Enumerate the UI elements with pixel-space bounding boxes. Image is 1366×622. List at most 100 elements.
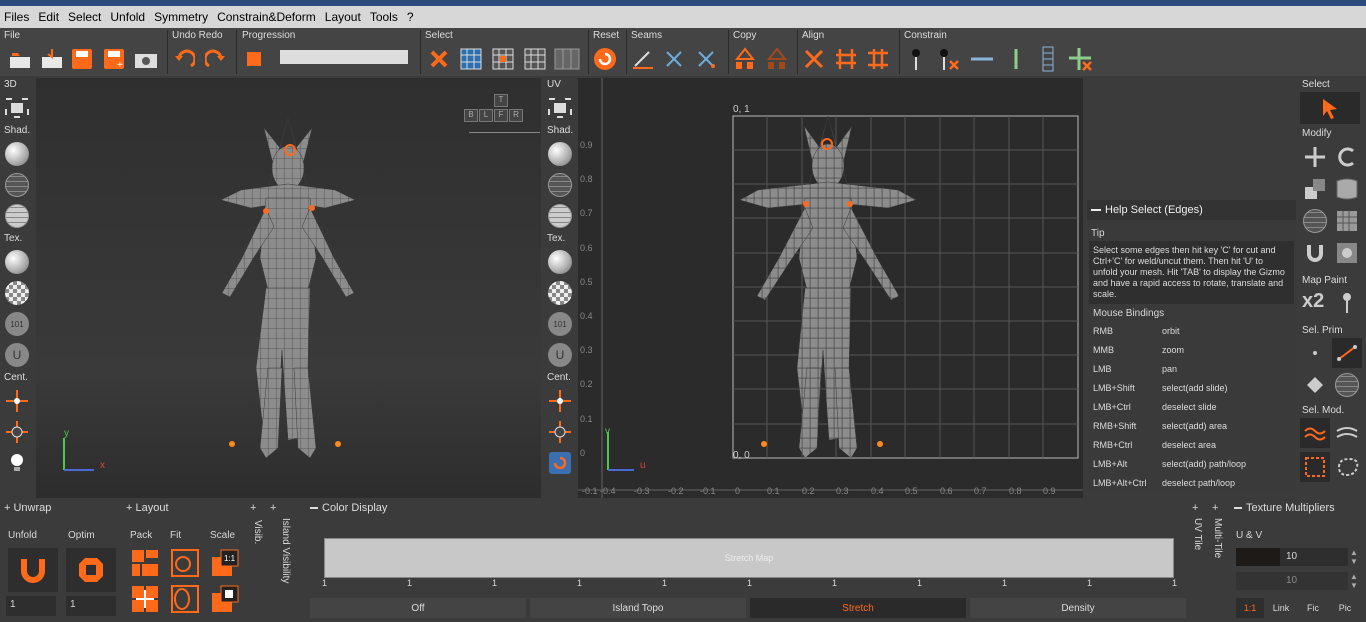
save-as-icon[interactable]: + (100, 45, 128, 73)
wireframe-sphere-icon[interactable] (2, 170, 32, 200)
vertex-mode-icon[interactable] (1300, 338, 1330, 368)
face-mode-icon[interactable] (1300, 370, 1330, 400)
globe-icon[interactable] (1300, 206, 1330, 236)
screenshot-icon[interactable] (132, 45, 160, 73)
select-invert-icon[interactable] (521, 45, 549, 73)
multi-tile-panel[interactable]: + Multi-Tile (1212, 502, 1228, 622)
box-select-icon[interactable] (1300, 452, 1330, 482)
uv-binary-icon[interactable]: 101 (545, 309, 575, 339)
magnet-icon[interactable] (1300, 238, 1330, 268)
wave-grey-icon[interactable] (1332, 418, 1362, 448)
plus-icon[interactable]: + (1212, 502, 1228, 514)
x2-button[interactable]: x2 (1302, 290, 1324, 313)
lasso-select-icon[interactable] (1332, 452, 1362, 482)
align-auto-icon[interactable] (800, 45, 828, 73)
magnet-texture-icon[interactable]: U (2, 340, 32, 370)
select-all-icon[interactable] (457, 45, 485, 73)
uv-shaded-wire-icon[interactable] (545, 201, 575, 231)
color-display-header[interactable]: Color Display (308, 502, 1188, 514)
magnet-box-icon[interactable] (1332, 238, 1362, 268)
constrain-vertical-icon[interactable] (1002, 45, 1030, 73)
constrain-horizontal-icon[interactable] (968, 45, 996, 73)
menu-unfold[interactable]: Unfold (110, 10, 145, 24)
checker-icon[interactable] (2, 278, 32, 308)
v-multiplier-input[interactable]: 10 (1236, 572, 1348, 590)
select-island-icon[interactable] (553, 45, 581, 73)
menu-constrain[interactable]: Constrain&Deform (217, 10, 316, 24)
unwrap-header[interactable]: + Unwrap (4, 502, 122, 514)
pack-icon[interactable] (128, 546, 162, 580)
scissors-icon[interactable] (693, 45, 721, 73)
stop-icon[interactable] (240, 45, 268, 73)
cut-icon[interactable] (629, 45, 657, 73)
uv-center-selection-icon[interactable] (545, 386, 575, 416)
menu-help[interactable]: ? (407, 10, 414, 24)
plus-icon[interactable]: + (250, 502, 264, 514)
nav-back[interactable]: B (464, 109, 478, 122)
mode-stretch-tab[interactable]: Stretch (750, 598, 966, 618)
fit-island-icon[interactable] (168, 582, 202, 616)
shaded-sphere-icon[interactable] (2, 139, 32, 169)
undo-icon[interactable] (170, 45, 198, 73)
mode-island-topo-tab[interactable]: Island Topo (530, 598, 746, 618)
nav-front[interactable]: F (494, 109, 508, 122)
fix-button[interactable]: Fic (1298, 598, 1328, 618)
uv-center-all-icon[interactable] (545, 417, 575, 447)
nav-top[interactable]: T (494, 94, 508, 107)
menu-symmetry[interactable]: Symmetry (154, 10, 208, 24)
uv-tile-panel[interactable]: + UV Tile (1192, 502, 1208, 622)
nav-cube[interactable]: T B L F R (464, 94, 540, 134)
constrain-grid-icon[interactable] (1034, 45, 1062, 73)
layout-header[interactable]: + Layout (126, 502, 260, 514)
fit-icon[interactable] (168, 546, 202, 580)
binary-texture-icon[interactable]: 101 (2, 309, 32, 339)
weld-icon[interactable] (661, 45, 689, 73)
align-vertical-icon[interactable] (864, 45, 892, 73)
v-spinner-icon[interactable]: ▲ ▼ (1350, 572, 1360, 590)
select-grid-icon[interactable] (489, 45, 517, 73)
pin-icon[interactable] (902, 45, 930, 73)
shaded-wire-sphere-icon[interactable] (2, 201, 32, 231)
link-button[interactable]: Link (1266, 598, 1296, 618)
mode-off-tab[interactable]: Off (310, 598, 526, 618)
rotate-icon[interactable] (1332, 142, 1362, 172)
scale-1to1-icon[interactable]: 1:1 (208, 546, 242, 580)
ratio-button[interactable]: 1:1 (1236, 598, 1264, 618)
paint-pin-icon[interactable] (1332, 288, 1362, 318)
save-icon[interactable] (68, 45, 96, 73)
nav-left[interactable]: L (479, 109, 493, 122)
uv-shaded-sphere-icon[interactable] (545, 139, 575, 169)
menu-layout[interactable]: Layout (325, 10, 361, 24)
uv-refresh-icon[interactable] (545, 448, 575, 478)
redo-icon[interactable] (202, 45, 230, 73)
uv-texture-off-icon[interactable] (545, 247, 575, 277)
u-multiplier-input[interactable]: 10 (1236, 548, 1348, 566)
plus-icon[interactable]: + (270, 502, 294, 514)
mode-density-tab[interactable]: Density (970, 598, 1186, 618)
deform-icon[interactable] (1332, 174, 1362, 204)
open-icon[interactable] (6, 45, 34, 73)
visib-panel[interactable]: + Visib. (250, 502, 264, 622)
wave-orange-icon[interactable] (1300, 418, 1330, 448)
pack-grid-icon[interactable] (128, 582, 162, 616)
center-selection-icon[interactable] (2, 386, 32, 416)
uv-wire-sphere-icon[interactable] (545, 170, 575, 200)
collapse-icon[interactable] (1091, 209, 1101, 211)
center-all-icon[interactable] (2, 417, 32, 447)
minus-icon[interactable] (1234, 507, 1242, 510)
paste-icon[interactable] (763, 45, 791, 73)
uv-magnet-icon[interactable]: U (545, 340, 575, 370)
texture-off-icon[interactable] (2, 247, 32, 277)
unpin-icon[interactable] (934, 45, 962, 73)
uv-viewport[interactable]: 0, 1 0, 0 v u 0.9 0.8 0.7 0.6 0.5 0.4 0.… (578, 78, 1083, 498)
texture-header[interactable]: Texture Multipliers (1232, 502, 1366, 514)
minus-icon[interactable] (310, 507, 318, 510)
optimize-button[interactable] (66, 548, 116, 592)
plus-icon[interactable]: + (1192, 502, 1208, 514)
move-icon[interactable] (1300, 142, 1330, 172)
scale-icon[interactable] (1300, 174, 1330, 204)
deselect-icon[interactable] (425, 45, 453, 73)
island-visibility-panel[interactable]: + Island Visibility (270, 502, 294, 622)
help-header[interactable]: Help Select (Edges) (1087, 200, 1296, 220)
constrain-clear-icon[interactable] (1066, 45, 1094, 73)
